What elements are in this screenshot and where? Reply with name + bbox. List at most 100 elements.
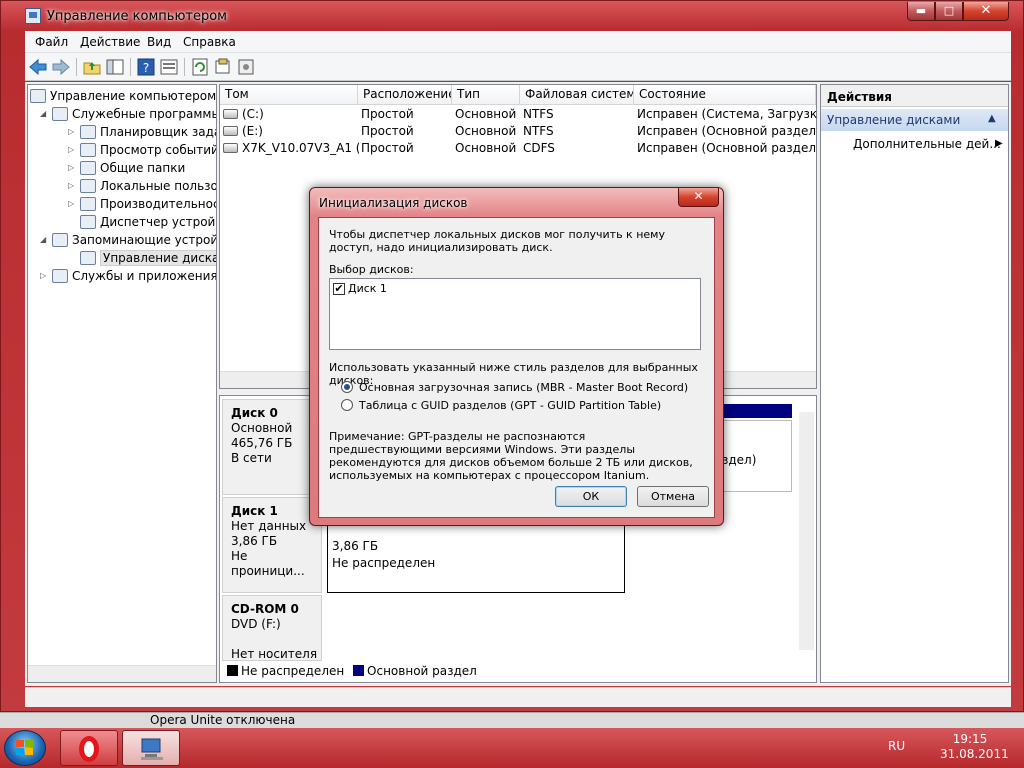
title-bar[interactable]: Управление компьютером ▬ □ ✕ — [1, 1, 1024, 31]
more-actions-link[interactable]: Дополнительные дей... ▶ — [853, 137, 1003, 151]
collapse-icon[interactable]: ▲ — [988, 113, 996, 124]
tree-item-label: Служебные программы — [72, 107, 217, 121]
mbr-radio[interactable] — [341, 381, 353, 393]
menu-help[interactable]: Справка — [183, 35, 236, 49]
table-cell: NTFS — [523, 106, 635, 123]
back-icon[interactable] — [28, 57, 48, 77]
cell-text: NTFS — [523, 124, 554, 138]
cell-text: Основной — [455, 107, 517, 121]
disk-0-label[interactable]: Диск 0 Основной 465,76 ГБ В сети — [222, 399, 322, 495]
col-status[interactable]: Состояние — [634, 85, 816, 105]
clock[interactable]: 19:15 31.08.2011 — [940, 732, 1009, 762]
tree-item[interactable]: Управление дисками — [68, 249, 216, 267]
tree-item-label: Локальные пользоватe — [100, 179, 216, 193]
gpt-radio[interactable] — [341, 399, 353, 411]
tree-item[interactable]: ▷ Локальные пользоватe — [68, 177, 216, 195]
menu-action[interactable]: Действие — [80, 35, 140, 49]
expander-icon[interactable]: ▷ — [68, 141, 78, 159]
disk-0-partition[interactable]: здел) — [717, 420, 792, 492]
window-title: Управление компьютером — [47, 9, 227, 24]
dialog-close-button[interactable]: ✕ — [678, 188, 719, 207]
disk-1-checkbox-item[interactable]: ✔ Диск 1 — [330, 279, 700, 297]
tree-item[interactable]: ▷ Службы и приложения — [40, 267, 216, 285]
taskbar-opera-button[interactable] — [60, 730, 118, 766]
settings-icon[interactable] — [236, 57, 256, 77]
export-icon[interactable] — [213, 57, 233, 77]
cell-text: Исправен (Основной раздел) — [637, 141, 817, 155]
drive-icon — [223, 109, 238, 119]
col-filesystem[interactable]: Файловая система — [520, 85, 634, 105]
tree-node-icon — [80, 215, 96, 229]
expander-icon[interactable]: ◢ — [40, 105, 50, 123]
refresh-icon[interactable] — [190, 57, 210, 77]
expander-icon[interactable]: ▷ — [68, 123, 78, 141]
table-cell: Исправен (Основной раздел) — [637, 123, 817, 140]
dialog-title: Инициализация дисков — [319, 196, 468, 210]
up-folder-icon[interactable] — [82, 57, 102, 77]
opera-icon — [79, 736, 99, 762]
tree-item[interactable]: ◢ Запоминающие устройст — [40, 231, 217, 249]
legend: Не распределен Основной раздел — [222, 663, 807, 680]
actions-section-disk-management[interactable]: Управление дисками ▲ — [821, 109, 1008, 131]
col-volume[interactable]: Том — [220, 85, 358, 105]
cell-text: Простой — [361, 141, 414, 155]
ok-button[interactable]: ОК — [555, 486, 627, 507]
tree-item[interactable]: ▷ Общие папки — [68, 159, 185, 177]
menu-file[interactable]: Файл — [35, 35, 68, 49]
expander-icon[interactable]: ▷ — [68, 195, 78, 213]
table-cell: (E:) — [223, 123, 359, 140]
cell-text: Простой — [361, 107, 414, 121]
tree-item-label: Просмотр событий — [100, 143, 217, 157]
disk-0-name: Диск 0 — [231, 406, 278, 420]
disk-view-vertical-scrollbar[interactable] — [799, 412, 814, 650]
gpt-note: Примечание: GPT-разделы не распознаются … — [329, 430, 693, 482]
drive-icon — [223, 126, 238, 136]
cdrom-0-name: CD-ROM 0 — [231, 602, 299, 616]
tree-root[interactable]: Управление компьютером (л — [30, 87, 216, 105]
tree-item-label: Планировщик заданий — [100, 125, 216, 139]
expander-icon[interactable]: ◢ — [40, 231, 50, 249]
gpt-option[interactable]: Таблица с GUID разделов (GPT - GUID Part… — [333, 398, 703, 414]
table-row[interactable]: (C:) Простой Основной NTFS Исправен (Система… — [220, 106, 817, 123]
minimize-button[interactable]: ▬ — [907, 2, 935, 21]
computer-management-icon — [141, 738, 163, 760]
tree-item[interactable]: Диспетчер устройств — [68, 213, 216, 231]
disk-1-label[interactable]: Диск 1 Нет данных 3,86 ГБ Не проиници... — [222, 497, 322, 593]
close-button[interactable]: ✕ — [963, 2, 1009, 21]
tree-node-icon — [80, 161, 96, 175]
background-window-status: Opera Unite отключена — [0, 712, 1024, 728]
tree-item[interactable]: ▷ Планировщик заданий — [68, 123, 216, 141]
expander-icon[interactable]: ▷ — [40, 267, 50, 285]
show-hide-tree-icon[interactable] — [105, 57, 125, 77]
cdrom-0-label[interactable]: CD-ROM 0 DVD (F:) Нет носителя — [222, 595, 322, 661]
help-icon[interactable]: ? — [136, 57, 156, 77]
table-cell: Исправен (Основной раздел) — [637, 140, 817, 157]
expander-icon[interactable]: ▷ — [68, 159, 78, 177]
console-tree: Управление компьютером (л ◢ Служебные про… — [27, 84, 217, 683]
status-bar — [25, 687, 1011, 707]
menu-view[interactable]: Вид — [147, 35, 171, 49]
start-button[interactable] — [4, 730, 46, 766]
table-row[interactable]: (E:) Простой Основной NTFS Исправен (Основно… — [220, 123, 817, 140]
submenu-arrow-icon: ▶ — [995, 138, 1003, 149]
tree-horizontal-scrollbar[interactable] — [28, 665, 216, 682]
col-layout[interactable]: Расположение — [358, 85, 452, 105]
legend-primary-swatch — [353, 665, 365, 676]
disk-1-checkbox[interactable]: ✔ — [333, 283, 345, 295]
cancel-button[interactable]: Отмена — [637, 486, 709, 507]
expander-icon[interactable]: ▷ — [68, 177, 78, 195]
tree-item[interactable]: ◢ Служебные программы — [40, 105, 217, 123]
tree-item[interactable]: ▷ Производительность — [68, 195, 216, 213]
taskbar-computer-management-button[interactable] — [122, 730, 180, 766]
table-cell: Исправен (Система, Загрузка, Ф — [637, 106, 817, 123]
tree-item-label: Запоминающие устройст — [72, 233, 217, 247]
language-indicator[interactable]: RU — [888, 739, 905, 753]
table-row[interactable]: X7K_V10.07V3_A1 (G:)Простой Основной CDFS И… — [220, 140, 817, 157]
tree-node-icon — [52, 107, 68, 121]
maximize-button[interactable]: □ — [935, 2, 963, 21]
properties-icon[interactable] — [159, 57, 179, 77]
mbr-option[interactable]: Основная загрузочная запись (MBR - Maste… — [333, 380, 703, 396]
col-type[interactable]: Тип — [452, 85, 520, 105]
tree-item[interactable]: ▷ Просмотр событий — [68, 141, 217, 159]
forward-icon[interactable] — [51, 57, 71, 77]
